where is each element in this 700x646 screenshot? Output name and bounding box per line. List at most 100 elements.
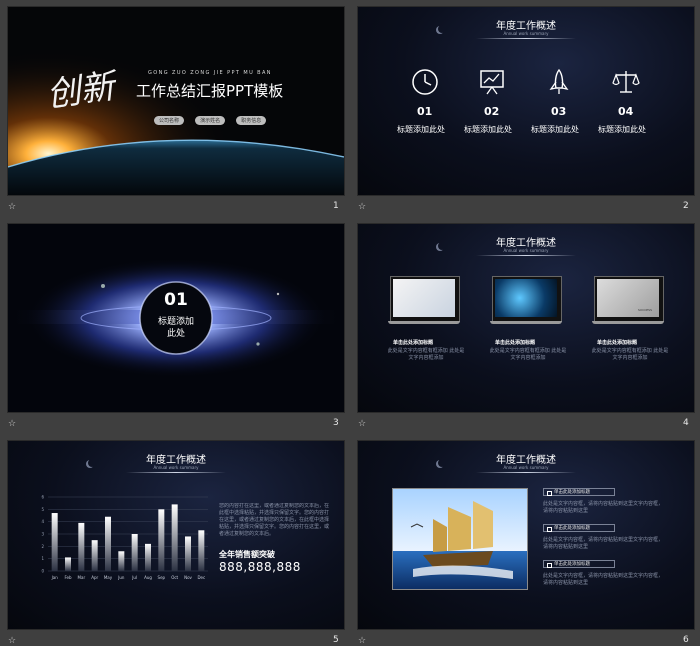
slide-thumbnail-1[interactable]: 创新 GONG ZUO ZONG JIE PPT MU BAN 工作总结汇报PP… (7, 6, 345, 196)
card-desc-3: 此处是文字内容框有框添加 此处是文字内容框添加 (591, 348, 669, 361)
calligraphy-title: 创新 (44, 66, 117, 116)
card-desc-2: 此处是文字内容框有框添加 此处是文字内容框添加 (489, 348, 567, 361)
item-number-2: 02 (484, 105, 500, 118)
slide-thumbnail-4[interactable]: 年度工作概述 Annual work summary SUCCESS 单击此处添… (357, 223, 695, 413)
rocket-icon (549, 68, 569, 94)
bar-jan (51, 513, 58, 571)
pill-company: 公司名称 (154, 116, 185, 125)
slide-thumbnail-6[interactable]: 年度工作概述 Annual work summary 单击此处添加标题 此处是文… (357, 440, 695, 630)
slide-thumbnail-3[interactable]: 01 标题添加 此处 (7, 223, 345, 413)
y-tick-label: 1 (41, 556, 44, 561)
pill-row: 公司名称 演示姓名 职务信息 (154, 107, 272, 126)
bar-jun (118, 551, 125, 571)
title-underline (476, 255, 576, 256)
monthly-bar-chart: 0 1 2 3 4 5 6 Jan Feb Mar Apr May Jun Jul Aug Sep Oct Nov… (41, 495, 208, 580)
item-number-4: 04 (618, 105, 634, 118)
slide-4-star-icon[interactable]: ☆ (358, 419, 366, 429)
x-tick-label: Jul (131, 575, 137, 580)
slide-title: 年度工作概述 (496, 21, 556, 32)
section-label-line2: 此处 (166, 329, 185, 339)
bar-may (105, 516, 111, 571)
bar-aug (145, 543, 151, 571)
item-number-3: 03 (551, 105, 567, 118)
clock-icon (412, 69, 438, 95)
x-tick-label: Apr (91, 575, 98, 580)
card-caption-3: 单击此处添加标题 (597, 340, 638, 346)
bar-sep (158, 509, 165, 571)
bar-dec (198, 530, 205, 571)
pill-position: 职务信息 (236, 116, 267, 125)
y-tick-label: 3 (41, 532, 44, 537)
slide-1-star-icon[interactable]: ☆ (8, 202, 16, 212)
slide-subtitle: Annual work summary (503, 465, 549, 470)
x-tick-label: Jun (117, 575, 125, 580)
bar-feb (65, 557, 71, 571)
item-label-4: 标题添加此处 (598, 125, 646, 134)
x-tick-label: Sep (158, 575, 166, 580)
bar-apr (91, 540, 98, 571)
bar-oct (171, 504, 178, 571)
x-tick-label: Nov (184, 575, 192, 580)
pinyin-line: GONG ZUO ZONG JIE PPT MU BAN (148, 70, 272, 76)
slide-3-star-icon[interactable]: ☆ (8, 419, 16, 429)
slide-thumbnail-2[interactable]: 年度工作概述 Annual work summary 01 02 03 04 标… (357, 6, 695, 196)
bar-jul (131, 534, 138, 571)
slide-6-star-icon[interactable]: ☆ (358, 636, 366, 646)
bar-mar (78, 522, 85, 571)
x-tick-label: May (104, 575, 113, 580)
laptop-screen-2 (495, 279, 557, 317)
item-label-2: 标题添加此处 (464, 125, 512, 134)
item-desc-3: 此处是文字内容框，请将内容粘贴到这里文字内容框，请将内容粘贴到这里 (543, 573, 664, 586)
laptop-screen-1 (393, 279, 455, 317)
item-label-3: 标题添加此处 (531, 125, 579, 134)
slide-5-number: 5 (333, 635, 339, 645)
y-tick-label: 2 (41, 544, 44, 549)
card-caption-2: 单击此处添加标题 (495, 340, 536, 346)
item-tag-2: 单击此处添加标题 (543, 524, 615, 532)
x-tick-label: Mar (78, 575, 86, 580)
card-desc-1: 此处是文字内容框有框添加 此处是文字内容框添加 (387, 348, 465, 361)
sales-big-number: 888,888,888 (219, 560, 301, 574)
item-label-1: 标题添加此处 (397, 125, 445, 134)
slide-2-number: 2 (683, 201, 689, 211)
success-text: SUCCESS (638, 308, 652, 312)
presentation-board-icon (480, 70, 504, 95)
slide-subtitle: Annual work summary (153, 465, 199, 470)
x-tick-label: Aug (144, 575, 152, 580)
sales-headline: 全年销售额突破 (219, 550, 275, 559)
title-underline (476, 472, 576, 473)
card-caption-1: 单击此处添加标题 (393, 340, 434, 346)
slide-2-star-icon[interactable]: ☆ (358, 202, 366, 212)
title-underline (476, 38, 576, 39)
y-tick-label: 0 (41, 569, 44, 574)
slide-title: 年度工作概述 (496, 238, 556, 249)
item-number-1: 01 (417, 105, 433, 118)
x-tick-label: Feb (64, 575, 72, 580)
item-tag-1: 单击此处添加标题 (543, 488, 615, 496)
item-desc-1: 此处是文字内容框，请将内容粘贴到这里文字内容框，请将内容粘贴到这里 (543, 501, 664, 514)
slide-1-number: 1 (333, 201, 339, 211)
slide-3-number: 3 (333, 418, 339, 428)
slide-subtitle: Annual work summary (503, 248, 549, 253)
y-tick-label: 6 (41, 495, 44, 500)
slide-5-star-icon[interactable]: ☆ (8, 636, 16, 646)
section-number: 01 (164, 290, 188, 310)
body-paragraph: 您的内容打在这里，或者通过复制您的文本后，在此框中选择粘贴，并选择只保留文字。您… (219, 503, 329, 537)
bar-nov (185, 536, 191, 571)
deck-title: 工作总结汇报PPT模板 (136, 82, 284, 100)
slide-4-number: 4 (683, 418, 689, 428)
title-underline (126, 472, 226, 473)
slide-title: 年度工作概述 (496, 455, 556, 466)
slide-subtitle: Annual work summary (503, 31, 549, 36)
laptop-card-2 (490, 276, 562, 326)
item-desc-2: 此处是文字内容框，请将内容粘贴到这里文字内容框，请将内容粘贴到这里 (543, 537, 664, 550)
slide-6-number: 6 (683, 635, 689, 645)
x-tick-label: Dec (197, 575, 205, 580)
scales-icon (612, 71, 640, 93)
laptop-card-1 (388, 276, 460, 326)
item-tag-3: 单击此处添加标题 (543, 560, 615, 568)
slide-title: 年度工作概述 (146, 455, 206, 466)
pill-presenter: 演示姓名 (195, 116, 226, 125)
slide-thumbnail-5[interactable]: 年度工作概述 Annual work summary 0 1 2 3 4 5 6 Jan Feb… (7, 440, 345, 630)
x-tick-label: Jan (51, 575, 59, 580)
